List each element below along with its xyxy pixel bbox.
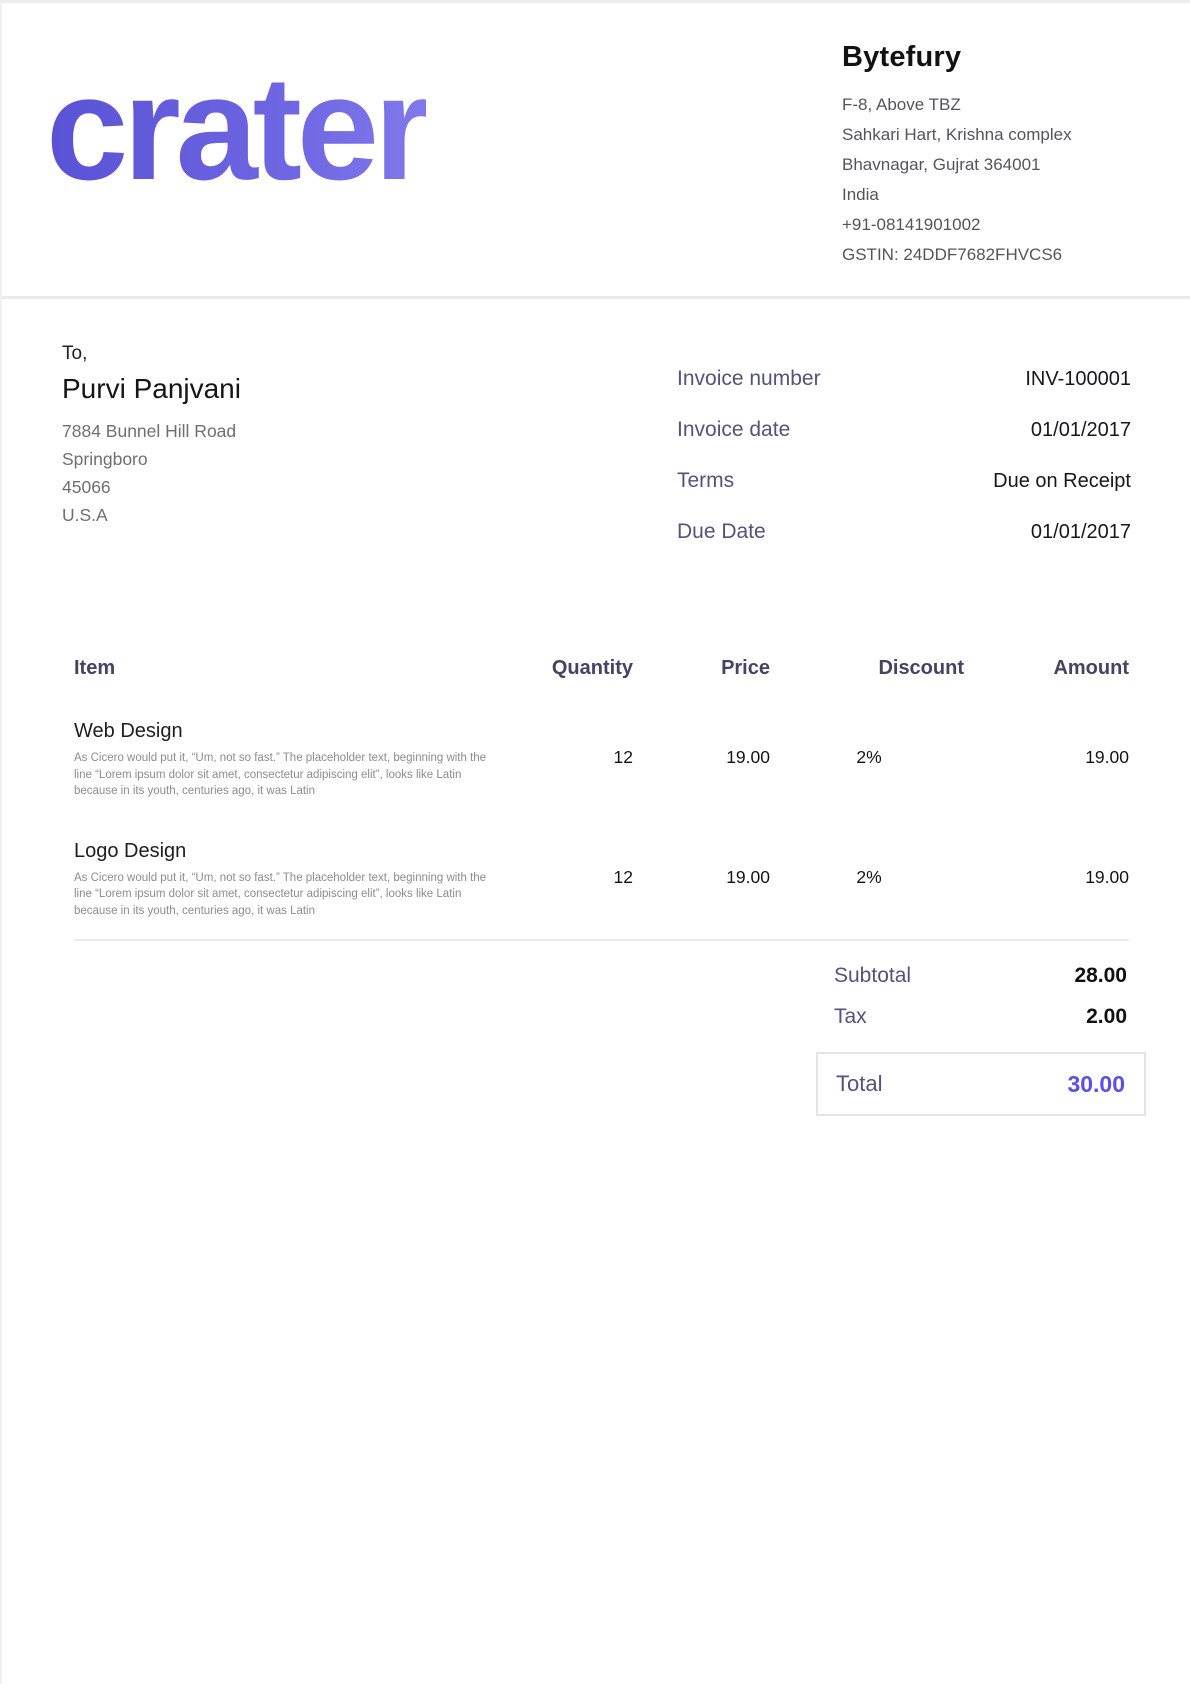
invoice-date-value: 01/01/2017 <box>1031 419 1131 442</box>
item-description: As Cicero would put it, “Um, not so fast… <box>74 750 499 800</box>
due-date-value: 01/01/2017 <box>1031 521 1131 544</box>
item-discount: 2% <box>774 720 964 768</box>
company-address-line: Bhavnagar, Gujrat 364001 <box>842 150 1162 180</box>
invoice-page: crater Bytefury F-8, Above TBZ Sahkari H… <box>0 0 1190 1684</box>
column-header-item: Item <box>74 657 519 680</box>
customer-address-line: 7884 Bunnel Hill Road <box>62 417 492 445</box>
company-gstin: GSTIN: 24DDF7682FHVCS6 <box>842 240 1162 270</box>
item-cell: Logo Design As Cicero would put it, “Um,… <box>74 840 519 920</box>
tax-row: Tax 2.00 <box>816 1005 1146 1029</box>
item-amount: 19.00 <box>964 720 1129 768</box>
terms-label: Terms <box>677 469 734 493</box>
terms-row: Terms Due on Receipt <box>677 469 1131 520</box>
item-price: 19.00 <box>639 720 774 768</box>
terms-value: Due on Receipt <box>993 470 1131 493</box>
table-divider <box>74 939 1129 941</box>
item-description: As Cicero would put it, “Um, not so fast… <box>74 870 499 920</box>
bill-to-label: To, <box>62 343 492 365</box>
tax-value: 2.00 <box>1086 1005 1127 1029</box>
due-date-label: Due Date <box>677 520 766 544</box>
invoice-date-label: Invoice date <box>677 418 790 442</box>
total-value: 30.00 <box>1067 1071 1125 1098</box>
invoice-number-value: INV-100001 <box>1025 368 1131 391</box>
due-date-row: Due Date 01/01/2017 <box>677 520 1131 571</box>
invoice-date-row: Invoice date 01/01/2017 <box>677 418 1131 469</box>
column-header-amount: Amount <box>964 657 1129 680</box>
total-box: Total 30.00 <box>816 1052 1146 1116</box>
column-header-price: Price <box>639 657 774 680</box>
company-address-line: F-8, Above TBZ <box>842 90 1162 120</box>
company-name: Bytefury <box>842 41 1162 74</box>
company-address-line: India <box>842 180 1162 210</box>
table-row: Logo Design As Cicero would put it, “Um,… <box>74 840 1129 920</box>
company-phone: +91-08141901002 <box>842 210 1162 240</box>
column-header-quantity: Quantity <box>519 657 639 680</box>
item-name: Logo Design <box>74 840 519 863</box>
totals-section: Subtotal 28.00 Tax 2.00 Total 30.00 <box>816 958 1146 1116</box>
customer-address-line: 45066 <box>62 473 492 501</box>
invoice-header: crater Bytefury F-8, Above TBZ Sahkari H… <box>2 3 1190 299</box>
item-name: Web Design <box>74 720 519 743</box>
subtotal-label: Subtotal <box>834 964 911 988</box>
item-discount: 2% <box>774 840 964 888</box>
crater-logo: crater <box>46 55 426 203</box>
table-row: Web Design As Cicero would put it, “Um, … <box>74 720 1129 800</box>
item-price: 19.00 <box>639 840 774 888</box>
item-amount: 19.00 <box>964 840 1129 888</box>
column-header-discount: Discount <box>774 657 964 680</box>
invoice-meta: Invoice number INV-100001 Invoice date 0… <box>677 367 1131 571</box>
customer-name: Purvi Panjvani <box>62 373 492 405</box>
customer-address: 7884 Bunnel Hill Road Springboro 45066 U… <box>62 417 492 529</box>
company-info: Bytefury F-8, Above TBZ Sahkari Hart, Kr… <box>842 41 1162 270</box>
item-quantity: 12 <box>519 840 639 888</box>
invoice-number-label: Invoice number <box>677 367 821 391</box>
item-cell: Web Design As Cicero would put it, “Um, … <box>74 720 519 800</box>
items-table-header: Item Quantity Price Discount Amount <box>74 657 1129 680</box>
item-quantity: 12 <box>519 720 639 768</box>
company-address-line: Sahkari Hart, Krishna complex <box>842 120 1162 150</box>
customer-address-line: Springboro <box>62 445 492 473</box>
customer-address-line: U.S.A <box>62 501 492 529</box>
subtotal-value: 28.00 <box>1074 964 1127 988</box>
subtotal-row: Subtotal 28.00 <box>816 964 1146 988</box>
items-table: Item Quantity Price Discount Amount Web … <box>74 657 1129 941</box>
tax-label: Tax <box>834 1005 867 1029</box>
bill-to-section: To, Purvi Panjvani 7884 Bunnel Hill Road… <box>62 343 492 529</box>
invoice-number-row: Invoice number INV-100001 <box>677 367 1131 418</box>
total-label: Total <box>836 1071 882 1097</box>
